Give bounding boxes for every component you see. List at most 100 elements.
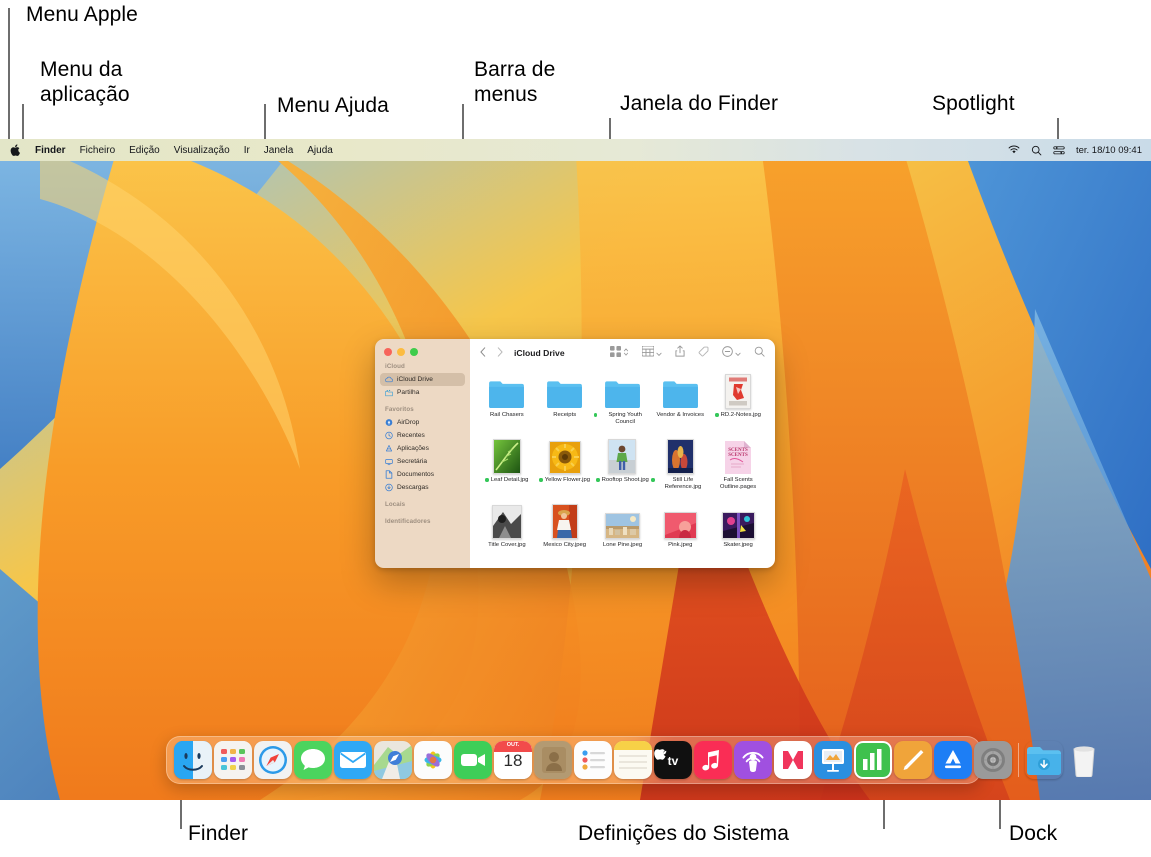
dock-item-music[interactable]	[694, 741, 732, 779]
tag-icon[interactable]	[698, 344, 709, 362]
dock-item-mail[interactable]	[334, 741, 372, 779]
file-item[interactable]: Spring Youth Council	[593, 371, 652, 436]
dock-item-appstore[interactable]	[934, 741, 972, 779]
close-button[interactable]	[384, 348, 392, 356]
dock-item-appletv[interactable]: tv	[654, 741, 692, 779]
dock-item-system-settings[interactable]	[974, 741, 1012, 779]
sidebar-item-secretaria[interactable]: Secretária	[380, 455, 465, 468]
svg-text:SCENTS: SCENTS	[728, 453, 748, 458]
sidebar-item-documentos[interactable]: Documentos	[380, 468, 465, 481]
finder-window[interactable]: iCloud iCloud Drive Partilha Favoritos A…	[375, 339, 775, 568]
dock-item-photos[interactable]	[414, 741, 452, 779]
up-down-chevron-icon[interactable]	[623, 344, 629, 362]
action-menu[interactable]	[722, 344, 741, 362]
dock-item-reminders[interactable]	[574, 741, 612, 779]
leader-menu-apple	[8, 8, 10, 142]
callout-spotlight: Spotlight	[932, 92, 1015, 115]
window-controls	[375, 339, 470, 356]
folder-icon	[604, 373, 641, 409]
dock[interactable]: OUT. 18 tv	[166, 736, 1095, 784]
dock-item-keynote[interactable]	[814, 741, 852, 779]
file-name: Skater.jpeg	[723, 542, 753, 548]
action-menu-icon[interactable]	[722, 344, 733, 362]
document-icon	[385, 470, 393, 479]
file-item[interactable]: RD.2-Notes.jpg	[709, 371, 767, 436]
chevron-down-icon[interactable]	[656, 344, 662, 362]
menu-item-finder[interactable]: Finder	[28, 145, 73, 156]
wifi-icon[interactable]	[1008, 145, 1020, 155]
menu-bar-status-area: ter. 18/10 09:41	[1008, 145, 1151, 156]
dock-item-contacts[interactable]	[534, 741, 572, 779]
sidebar-item-partilha[interactable]: Partilha	[380, 386, 465, 399]
file-item[interactable]: Still Life Reference.jpg	[651, 436, 709, 501]
group-by-control[interactable]	[641, 344, 662, 362]
file-name: Spring Youth Council	[593, 412, 652, 427]
folder-icon	[546, 373, 583, 409]
file-name: Lone Pine.jpeg	[602, 542, 643, 548]
sidebar-item-label: Secretária	[397, 458, 428, 465]
icon-view-icon[interactable]	[610, 344, 621, 362]
dock-item-podcasts[interactable]	[734, 741, 772, 779]
dock-item-messages[interactable]	[294, 741, 332, 779]
finder-window-title: iCloud Drive	[514, 348, 565, 358]
file-item[interactable]: Title Cover.jpg	[478, 501, 536, 566]
airdrop-icon	[385, 419, 393, 427]
file-item[interactable]: Yellow Flower.jpg	[536, 436, 594, 501]
menu-item-ficheiro[interactable]: Ficheiro	[73, 145, 123, 156]
menu-item-janela[interactable]: Janela	[257, 145, 300, 156]
chevron-left-icon[interactable]	[480, 344, 486, 362]
dock-item-numbers[interactable]	[854, 741, 892, 779]
share-icon[interactable]	[675, 344, 685, 362]
dock-item-maps[interactable]	[374, 741, 412, 779]
zoom-button[interactable]	[410, 348, 418, 356]
file-name: Receipts	[553, 412, 577, 418]
file-item[interactable]: Rooftop Shoot.jpg	[594, 436, 652, 501]
dock-item-facetime[interactable]	[454, 741, 492, 779]
dock-item-calendar[interactable]: OUT. 18	[494, 741, 532, 779]
file-item[interactable]: Receipts	[536, 371, 594, 436]
search-icon[interactable]	[754, 344, 765, 362]
dock-item-finder[interactable]	[174, 741, 212, 779]
sync-badge-dot	[651, 478, 655, 482]
file-name: Title Cover.jpg	[488, 542, 526, 548]
sidebar-item-descargas[interactable]: Descargas	[380, 481, 465, 494]
dock-item-trash[interactable]	[1065, 741, 1103, 779]
menu-item-visualizacao[interactable]: Visualização	[167, 145, 237, 156]
file-item[interactable]: SCENTS SCENTS Fall Scents Outline.pages	[709, 436, 767, 501]
file-item[interactable]: Rail Chasers	[478, 371, 536, 436]
dock-item-downloads-folder[interactable]	[1025, 741, 1063, 779]
menu-item-ir[interactable]: Ir	[237, 145, 257, 156]
dock-item-notes[interactable]	[614, 741, 652, 779]
sidebar-item-airdrop[interactable]: AirDrop	[380, 416, 465, 429]
chevron-down-icon[interactable]	[735, 344, 741, 362]
file-item[interactable]: Pink.jpeg	[651, 501, 709, 566]
group-by-icon[interactable]	[641, 344, 655, 362]
dock-item-news[interactable]	[774, 741, 812, 779]
finder-toolbar-actions	[610, 344, 765, 362]
dock-item-pages[interactable]	[894, 741, 932, 779]
calendar-day: 18	[503, 751, 523, 770]
dock-item-safari[interactable]	[254, 741, 292, 779]
pages-document-thumbnail: SCENTS SCENTS	[725, 438, 752, 474]
file-name: Rail Chasers	[490, 412, 524, 418]
file-item[interactable]: Mexico City.jpeg	[536, 501, 594, 566]
minimize-button[interactable]	[397, 348, 405, 356]
chevron-right-icon[interactable]	[497, 344, 503, 362]
menu-item-ajuda[interactable]: Ajuda	[300, 145, 340, 156]
menu-bar[interactable]: Finder Ficheiro Edição Visualização Ir J…	[0, 139, 1151, 161]
file-item[interactable]: Leaf Detail.jpg	[478, 436, 536, 501]
view-switcher[interactable]	[610, 344, 629, 362]
dock-item-launchpad[interactable]	[214, 741, 252, 779]
file-item[interactable]: Skater.jpeg	[709, 501, 767, 566]
sidebar-item-recentes[interactable]: Recentes	[380, 429, 465, 442]
file-item[interactable]: Lone Pine.jpeg	[594, 501, 652, 566]
file-item[interactable]: Vendor & Invoices	[651, 371, 709, 436]
sidebar-item-icloud-drive[interactable]: iCloud Drive	[380, 373, 465, 386]
menu-bar-clock[interactable]: ter. 18/10 09:41	[1076, 145, 1142, 156]
sidebar-item-aplicacoes[interactable]: Aplicações	[380, 442, 465, 455]
control-center-icon[interactable]	[1053, 145, 1065, 156]
callout-barra-menus: Barra de menus	[474, 58, 556, 106]
menu-item-edicao[interactable]: Edição	[122, 145, 167, 156]
apple-logo-icon[interactable]	[6, 144, 28, 156]
spotlight-search-icon[interactable]	[1031, 145, 1042, 156]
